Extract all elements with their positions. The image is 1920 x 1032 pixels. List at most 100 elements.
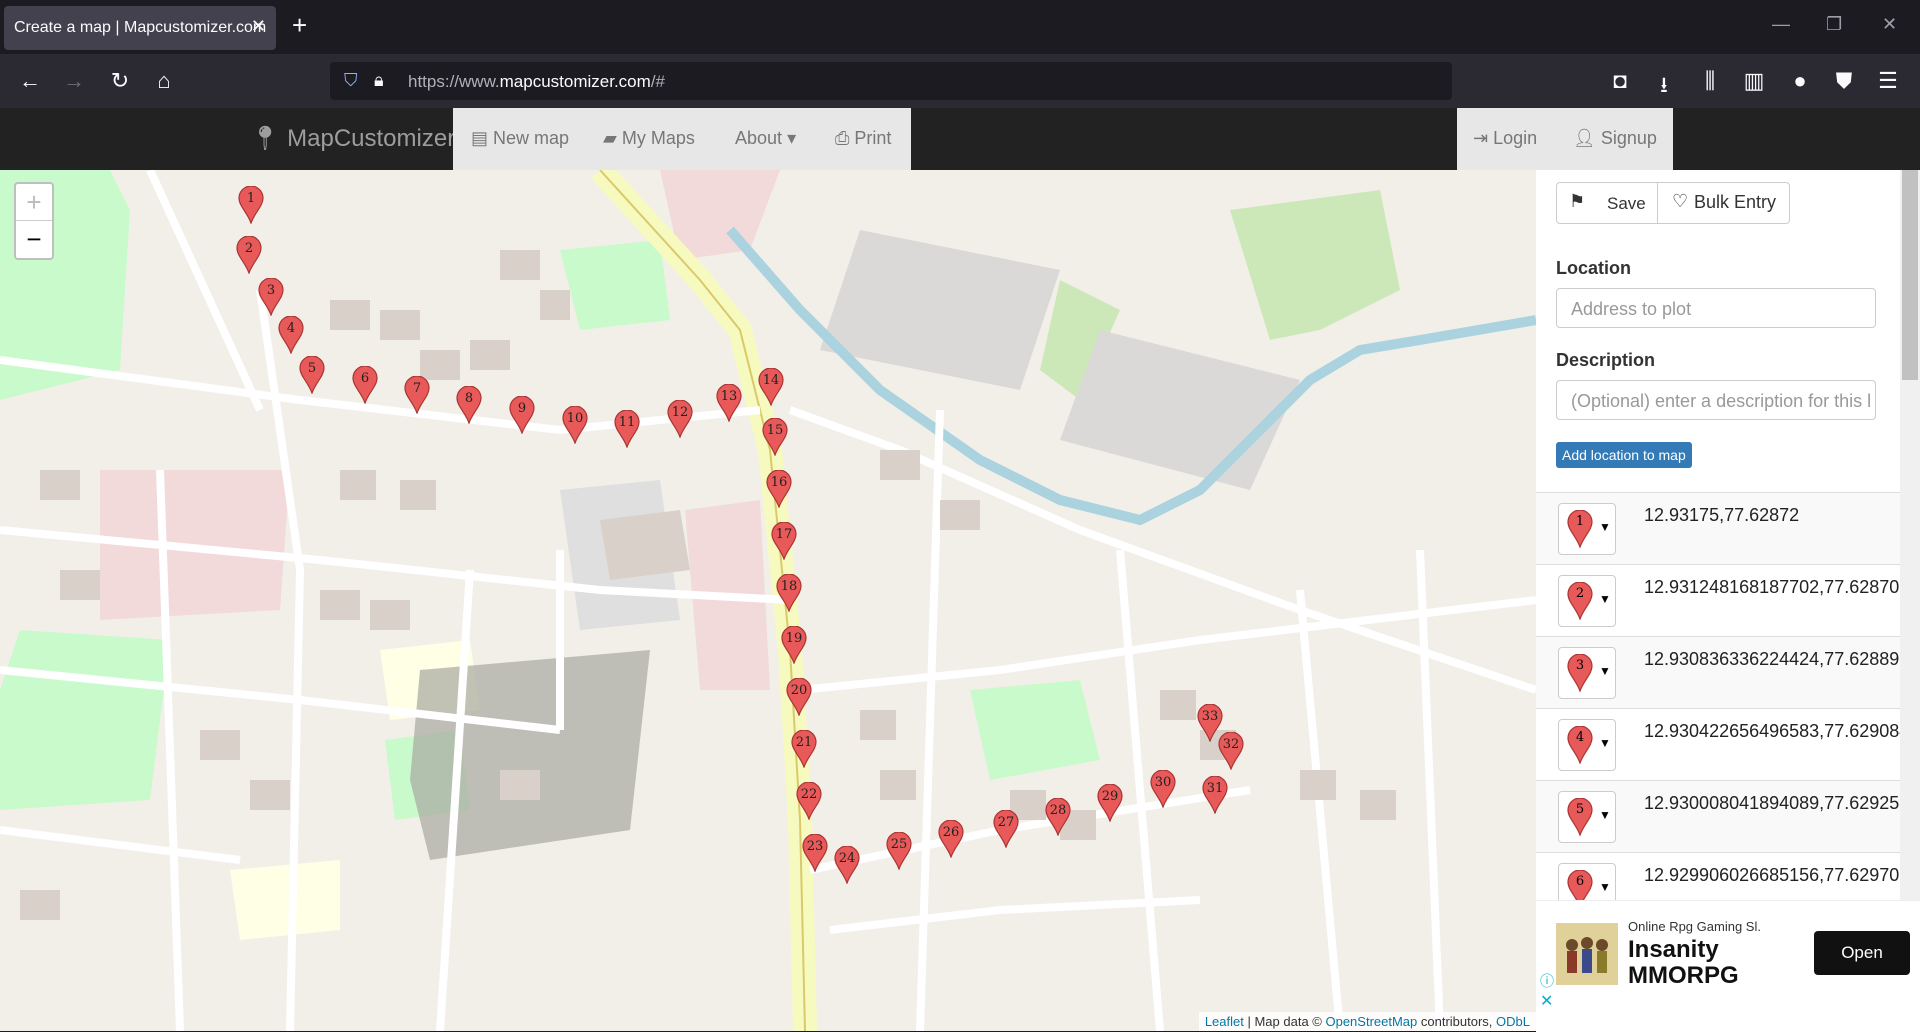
map-marker[interactable]: 27: [993, 809, 1019, 849]
nav-about[interactable]: About ▾: [735, 128, 796, 149]
marker-style-dropdown[interactable]: 6 ▼: [1558, 863, 1616, 900]
nav-print[interactable]: ⎙ Print: [835, 128, 891, 149]
map-marker[interactable]: 13: [716, 383, 742, 423]
map-marker[interactable]: 17: [771, 521, 797, 561]
map-marker-icon: 📍︎: [250, 125, 281, 152]
map-marker[interactable]: 18: [776, 573, 802, 613]
marker-style-dropdown[interactable]: 1 ▼: [1558, 503, 1616, 555]
map-marker[interactable]: 23: [802, 833, 828, 873]
tab-close-icon[interactable]: ✕: [251, 16, 266, 37]
ad-open-button[interactable]: Open: [1814, 931, 1910, 975]
sidebar-scrollbar[interactable]: [1900, 170, 1920, 900]
list-item: 6 ▼ 12.929906026685156,77.629707: [1536, 852, 1909, 900]
login-icon: ⇥: [1473, 128, 1489, 148]
zoom-out-button[interactable]: −: [16, 221, 52, 257]
marker-number: 1: [246, 191, 256, 206]
map-marker[interactable]: 31: [1202, 775, 1228, 815]
marker-style-dropdown[interactable]: 2 ▼: [1558, 575, 1616, 627]
map-marker[interactable]: 29: [1097, 783, 1123, 823]
map-marker[interactable]: 30: [1150, 769, 1176, 809]
shield-icon[interactable]: ⛊: [1830, 68, 1858, 94]
map-marker[interactable]: 26: [938, 819, 964, 859]
minimize-icon[interactable]: —: [1772, 14, 1790, 35]
map-marker[interactable]: 4: [278, 315, 304, 355]
reload-icon[interactable]: ↻: [106, 68, 134, 94]
marker-style-dropdown[interactable]: 3 ▼: [1558, 647, 1616, 699]
map-marker[interactable]: 8: [456, 385, 482, 425]
toolbar-button-group: ⚑ Save ♡ Bulk Entry: [1556, 182, 1790, 224]
marker-number: 5: [307, 361, 317, 376]
zoom-in-button[interactable]: +: [16, 184, 52, 221]
map-canvas[interactable]: 1 2 3 4 5 6 7 8 9 10 11 12 13 14 15 16 1…: [0, 170, 1536, 1031]
marker-style-dropdown[interactable]: 5 ▼: [1558, 791, 1616, 843]
map-marker[interactable]: 16: [766, 469, 792, 509]
map-marker[interactable]: 3: [258, 277, 284, 317]
map-marker[interactable]: 25: [886, 831, 912, 871]
brand-logo[interactable]: 📍︎ MapCustomizer: [250, 124, 455, 153]
map-marker[interactable]: 12: [667, 399, 693, 439]
map-marker[interactable]: 14: [758, 367, 784, 407]
map-marker[interactable]: 10: [562, 405, 588, 445]
map-marker[interactable]: 28: [1045, 797, 1071, 837]
pocket-icon[interactable]: ◘: [1606, 68, 1634, 94]
marker-number: 10: [566, 411, 584, 426]
map-marker[interactable]: 20: [786, 677, 812, 717]
new-tab-icon[interactable]: +: [292, 10, 307, 41]
map-marker[interactable]: 19: [781, 625, 807, 665]
ad-info-icon[interactable]: ⓘ: [1540, 971, 1554, 991]
browser-tabbar: Create a map | Mapcustomizer.com ✕ + — ❐…: [0, 0, 1920, 54]
nav-new-map[interactable]: ▤ New map: [471, 128, 569, 149]
home-icon[interactable]: ⌂: [150, 68, 178, 94]
map-marker[interactable]: 22: [796, 781, 822, 821]
map-tiles: [0, 170, 1536, 1031]
browser-tab[interactable]: Create a map | Mapcustomizer.com ✕: [4, 6, 276, 50]
marker-style-dropdown[interactable]: 4 ▼: [1558, 719, 1616, 771]
forward-icon[interactable]: →: [60, 68, 88, 94]
leaflet-link[interactable]: Leaflet: [1205, 1014, 1244, 1029]
odbl-link[interactable]: ODbL: [1496, 1014, 1530, 1029]
ad-banner[interactable]: Online Rpg Gaming Sl. Insanity MMORPG Op…: [1536, 900, 1920, 1032]
location-coords: 12.931248168187702,77.628709: [1644, 577, 1910, 597]
map-marker[interactable]: 6: [352, 365, 378, 405]
map-marker[interactable]: 21: [791, 729, 817, 769]
map-marker[interactable]: 24: [834, 845, 860, 885]
add-user-icon: 👤︎: [1573, 128, 1596, 148]
account-icon[interactable]: ●: [1786, 68, 1814, 94]
url-bar[interactable]: ⛉ 🔒︎ https://www.mapcustomizer.com/#: [330, 62, 1452, 100]
location-input[interactable]: Address to plot: [1556, 288, 1876, 328]
close-window-icon[interactable]: ✕: [1882, 14, 1897, 35]
scrollbar-thumb[interactable]: [1902, 170, 1918, 380]
map-marker[interactable]: 7: [404, 375, 430, 415]
marker-number: 2: [1575, 586, 1585, 601]
restore-icon[interactable]: ❐: [1826, 14, 1842, 35]
ad-advertiser: Online Rpg Gaming Sl.: [1628, 919, 1761, 934]
bulk-entry-button[interactable]: ♡ Bulk Entry: [1658, 183, 1788, 223]
marker-number: 12: [671, 405, 689, 420]
map-marker[interactable]: 15: [762, 417, 788, 457]
osm-link[interactable]: OpenStreetMap: [1325, 1014, 1417, 1029]
map-marker[interactable]: 33: [1197, 703, 1223, 743]
nav-signup[interactable]: 👤︎ Signup: [1573, 128, 1657, 149]
location-placeholder: Address to plot: [1571, 299, 1692, 319]
marker-number: 11: [618, 415, 636, 430]
map-marker[interactable]: 11: [614, 409, 640, 449]
map-marker[interactable]: 9: [509, 395, 535, 435]
add-location-button[interactable]: Add location to map: [1556, 442, 1692, 468]
nav-my-maps[interactable]: ▰ My Maps: [603, 128, 695, 149]
menu-icon[interactable]: ☰: [1874, 68, 1902, 94]
description-input[interactable]: (Optional) enter a description for this …: [1556, 380, 1876, 420]
marker-number: 13: [720, 389, 738, 404]
tracking-shield-icon[interactable]: ⛉: [344, 70, 358, 91]
back-icon[interactable]: ←: [16, 68, 44, 94]
map-marker[interactable]: 2: [236, 235, 262, 275]
save-button[interactable]: ⚑ Save: [1557, 183, 1658, 223]
map-marker[interactable]: 5: [299, 355, 325, 395]
ad-close-icon[interactable]: ✕: [1540, 991, 1553, 1011]
download-icon[interactable]: ⭳: [1650, 68, 1678, 106]
nav-login[interactable]: ⇥ Login: [1473, 128, 1537, 149]
library-icon[interactable]: ⫼: [1696, 68, 1724, 94]
lock-icon[interactable]: 🔒︎: [374, 70, 384, 91]
reader-view-icon[interactable]: ▥: [1740, 68, 1768, 94]
list-item: 3 ▼ 12.930836336224424,77.628899: [1536, 636, 1909, 709]
map-marker[interactable]: 1: [238, 185, 264, 225]
